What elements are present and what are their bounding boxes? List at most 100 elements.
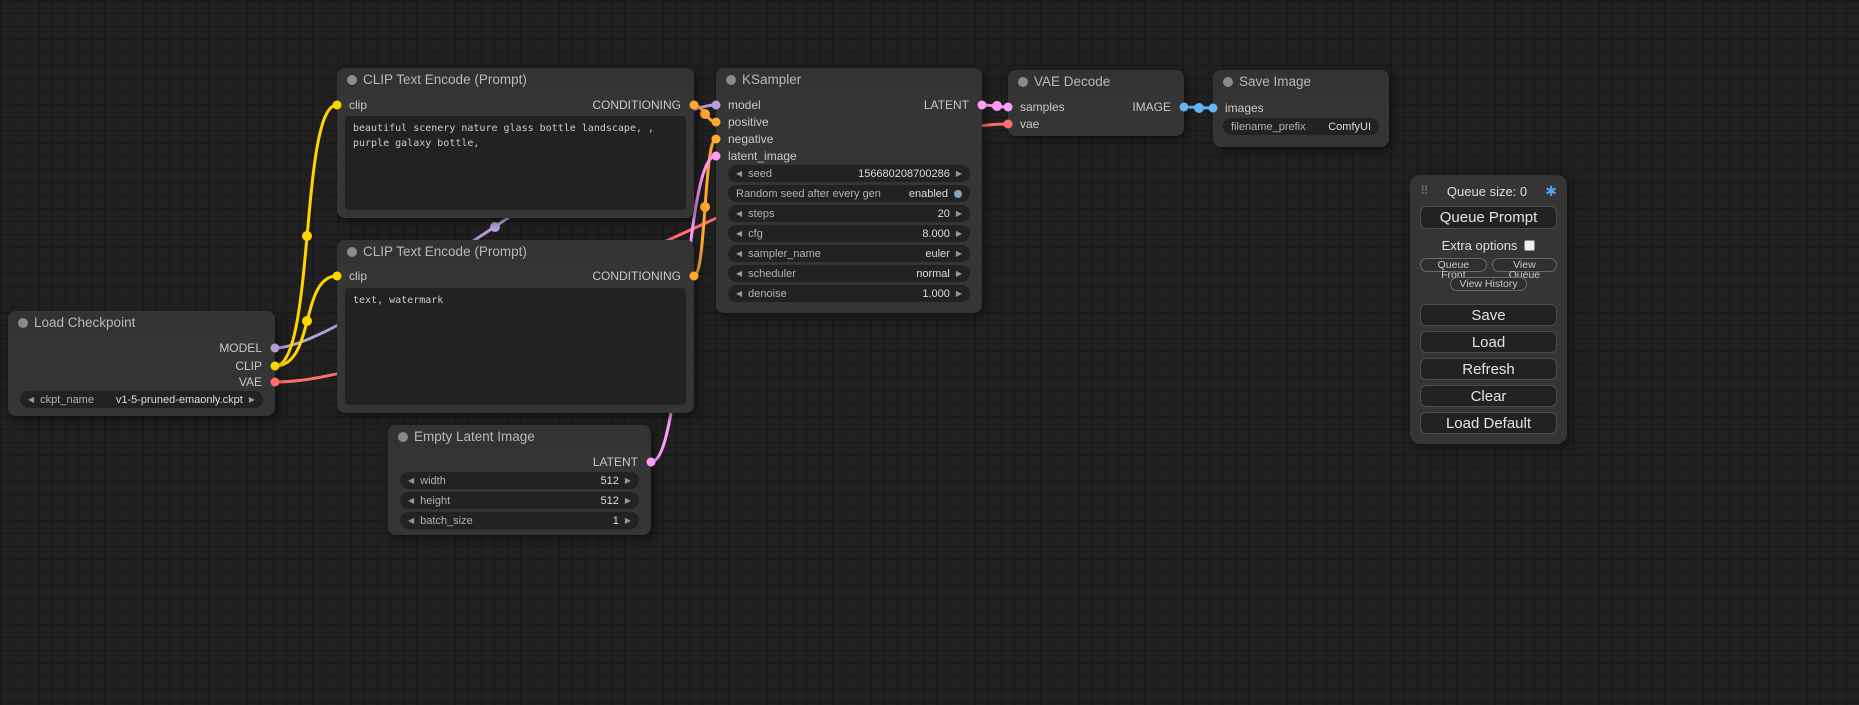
- node-title-bar[interactable]: CLIP Text Encode (Prompt): [337, 240, 694, 264]
- widget-ckpt-name[interactable]: ◀ ckpt_name v1-5-pruned-emaonly.ckpt ▶: [20, 391, 263, 408]
- widget-denoise[interactable]: ◀ denoise 1.000 ▶: [728, 285, 970, 302]
- widget-cfg[interactable]: ◀ cfg 8.000 ▶: [728, 225, 970, 242]
- input-socket-model[interactable]: [712, 101, 721, 110]
- output-socket-conditioning[interactable]: [690, 101, 699, 110]
- decrement-arrow-icon[interactable]: ◀: [408, 512, 414, 529]
- increment-arrow-icon[interactable]: ▶: [956, 205, 962, 222]
- increment-arrow-icon[interactable]: ▶: [956, 265, 962, 282]
- node-collapse-dot-icon[interactable]: [1018, 77, 1028, 87]
- node-title-bar[interactable]: Empty Latent Image: [388, 425, 651, 449]
- increment-arrow-icon[interactable]: ▶: [956, 285, 962, 302]
- input-socket-latent-image[interactable]: [712, 152, 721, 161]
- drag-handle-icon[interactable]: ⠿: [1420, 184, 1429, 198]
- node-collapse-dot-icon[interactable]: [1223, 77, 1233, 87]
- widget-scheduler[interactable]: ◀ scheduler normal ▶: [728, 265, 970, 282]
- increment-arrow-icon[interactable]: ▶: [625, 472, 631, 489]
- input-label-positive: positive: [728, 114, 769, 130]
- output-socket-model[interactable]: [271, 344, 280, 353]
- widget-sampler-name[interactable]: ◀ sampler_name euler ▶: [728, 245, 970, 262]
- decrement-arrow-icon[interactable]: ◀: [28, 391, 34, 408]
- settings-gear-icon[interactable]: ✱: [1545, 183, 1557, 200]
- node-empty-latent-image[interactable]: Empty Latent Image LATENT ◀ width 512 ▶ …: [388, 425, 651, 535]
- input-socket-vae[interactable]: [1004, 120, 1013, 129]
- input-socket-clip[interactable]: [333, 272, 342, 281]
- node-save-image[interactable]: Save Image images filename_prefix ComfyU…: [1213, 70, 1389, 147]
- toggle-indicator-icon[interactable]: [954, 190, 962, 198]
- node-collapse-dot-icon[interactable]: [398, 432, 408, 442]
- input-socket-clip[interactable]: [333, 101, 342, 110]
- node-title: KSampler: [742, 72, 801, 87]
- view-queue-button[interactable]: View Queue: [1492, 258, 1557, 272]
- decrement-arrow-icon[interactable]: ◀: [408, 472, 414, 489]
- output-socket-vae[interactable]: [271, 378, 280, 387]
- node-load-checkpoint[interactable]: Load Checkpoint MODEL CLIP VAE ◀ ckpt_na…: [8, 311, 275, 416]
- input-label-clip: clip: [349, 97, 367, 113]
- node-title-bar[interactable]: CLIP Text Encode (Prompt): [337, 68, 694, 92]
- node-collapse-dot-icon[interactable]: [726, 75, 736, 85]
- output-socket-latent[interactable]: [647, 458, 656, 467]
- widget-steps[interactable]: ◀ steps 20 ▶: [728, 205, 970, 222]
- increment-arrow-icon[interactable]: ▶: [249, 391, 255, 408]
- decrement-arrow-icon[interactable]: ◀: [736, 245, 742, 262]
- graph-canvas[interactable]: { "colors": { "model": "#B39DDB", "clip"…: [0, 0, 1859, 705]
- queue-prompt-button[interactable]: Queue Prompt: [1420, 206, 1557, 229]
- decrement-arrow-icon[interactable]: ◀: [736, 285, 742, 302]
- queue-front-button[interactable]: Queue Front: [1420, 258, 1487, 272]
- decrement-arrow-icon[interactable]: ◀: [408, 492, 414, 509]
- decrement-arrow-icon[interactable]: ◀: [736, 205, 742, 222]
- clear-button[interactable]: Clear: [1420, 385, 1557, 407]
- increment-arrow-icon[interactable]: ▶: [625, 512, 631, 529]
- node-title-bar[interactable]: Load Checkpoint: [8, 311, 275, 335]
- increment-arrow-icon[interactable]: ▶: [956, 165, 962, 182]
- node-clip-text-encode-positive[interactable]: CLIP Text Encode (Prompt) clip CONDITION…: [337, 68, 694, 218]
- load-default-button[interactable]: Load Default: [1420, 412, 1557, 434]
- increment-arrow-icon[interactable]: ▶: [956, 225, 962, 242]
- input-socket-samples[interactable]: [1004, 103, 1013, 112]
- node-vae-decode[interactable]: VAE Decode samples vae IMAGE: [1008, 70, 1184, 136]
- widget-width[interactable]: ◀ width 512 ▶: [400, 472, 639, 489]
- widget-batch-size[interactable]: ◀ batch_size 1 ▶: [400, 512, 639, 529]
- wire-midpoint-dot-clip-negative: [302, 316, 312, 326]
- output-label-image: IMAGE: [1132, 99, 1171, 115]
- widget-seed[interactable]: ◀ seed 156680208700286 ▶: [728, 165, 970, 182]
- node-title-bar[interactable]: Save Image: [1213, 70, 1389, 94]
- node-ksampler[interactable]: KSampler model positive negative latent_…: [716, 68, 982, 313]
- widget-label: steps: [748, 208, 774, 220]
- decrement-arrow-icon[interactable]: ◀: [736, 265, 742, 282]
- input-socket-positive[interactable]: [712, 118, 721, 127]
- decrement-arrow-icon[interactable]: ◀: [736, 225, 742, 242]
- node-title: Load Checkpoint: [34, 315, 135, 330]
- prompt-textarea[interactable]: text, watermark: [345, 288, 686, 405]
- widget-value: 512: [600, 495, 618, 507]
- load-button[interactable]: Load: [1420, 331, 1557, 353]
- wire-midpoint-dot-clip-positive: [302, 231, 312, 241]
- input-socket-negative[interactable]: [712, 135, 721, 144]
- widget-random-seed-toggle[interactable]: Random seed after every gen enabled: [728, 185, 970, 202]
- widget-height[interactable]: ◀ height 512 ▶: [400, 492, 639, 509]
- output-socket-clip[interactable]: [271, 362, 280, 371]
- decrement-arrow-icon[interactable]: ◀: [736, 165, 742, 182]
- wire-midpoint-dot-latent-output: [992, 101, 1002, 111]
- widget-label: filename_prefix: [1231, 121, 1306, 133]
- widget-value: 8.000: [922, 228, 950, 240]
- node-title-bar[interactable]: KSampler: [716, 68, 982, 92]
- output-socket-conditioning[interactable]: [690, 272, 699, 281]
- node-title-bar[interactable]: VAE Decode: [1008, 70, 1184, 94]
- output-socket-latent[interactable]: [978, 101, 987, 110]
- comfy-menu-panel[interactable]: ⠿ Queue size: 0 ✱ Queue Prompt Extra opt…: [1410, 175, 1567, 444]
- widget-filename-prefix[interactable]: filename_prefix ComfyUI: [1223, 118, 1379, 135]
- save-button[interactable]: Save: [1420, 304, 1557, 326]
- increment-arrow-icon[interactable]: ▶: [625, 492, 631, 509]
- node-collapse-dot-icon[interactable]: [347, 75, 357, 85]
- node-clip-text-encode-negative[interactable]: CLIP Text Encode (Prompt) clip CONDITION…: [337, 240, 694, 413]
- input-socket-images[interactable]: [1209, 104, 1218, 113]
- prompt-textarea[interactable]: beautiful scenery nature glass bottle la…: [345, 116, 686, 210]
- refresh-button[interactable]: Refresh: [1420, 358, 1557, 380]
- view-history-button[interactable]: View History: [1450, 277, 1526, 291]
- node-collapse-dot-icon[interactable]: [18, 318, 28, 328]
- increment-arrow-icon[interactable]: ▶: [956, 245, 962, 262]
- node-collapse-dot-icon[interactable]: [347, 247, 357, 257]
- widget-value: 20: [938, 208, 950, 220]
- output-socket-image[interactable]: [1180, 103, 1189, 112]
- extra-options-checkbox[interactable]: [1524, 240, 1535, 251]
